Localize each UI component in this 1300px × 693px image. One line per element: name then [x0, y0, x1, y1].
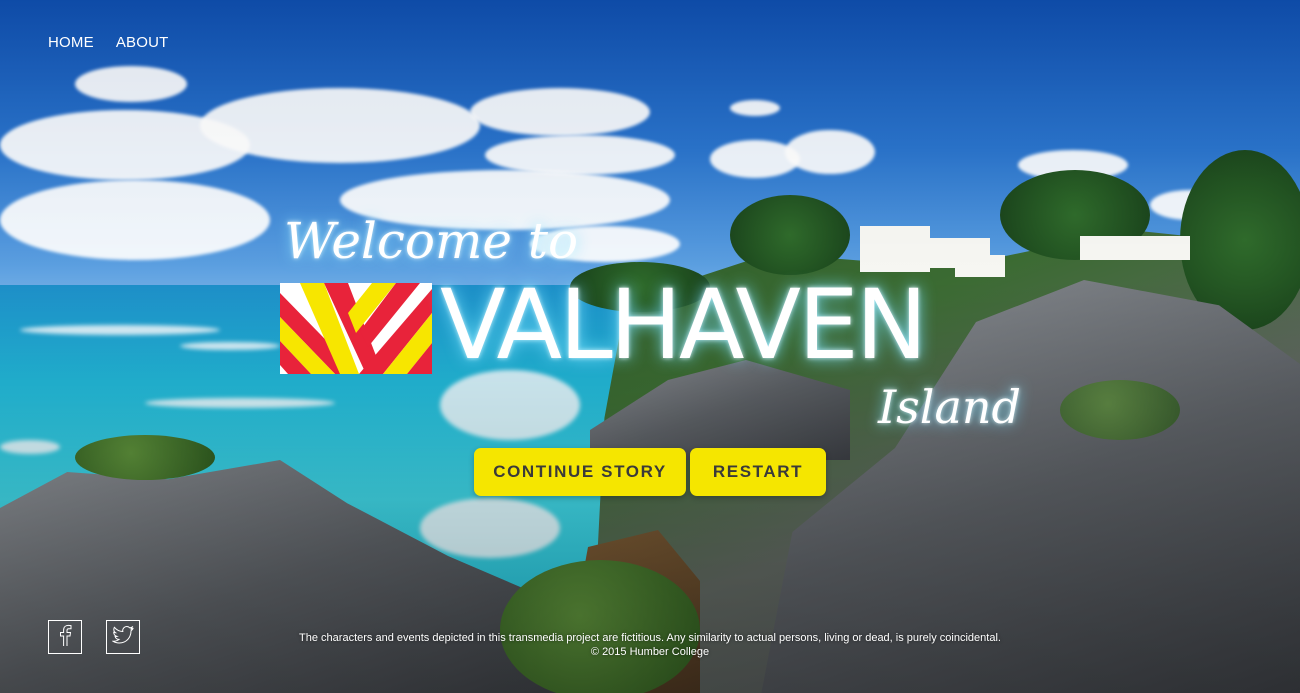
restart-button[interactable]: RESTART — [690, 448, 826, 496]
footer: The characters and events depicted in th… — [250, 631, 1050, 659]
disclaimer-text: The characters and events depicted in th… — [299, 632, 1001, 644]
twitter-icon — [111, 625, 134, 649]
nav-about-link[interactable]: ABOUT — [116, 34, 169, 51]
welcome-heading: Welcome to — [284, 212, 579, 270]
brand-title: VALHAVEN — [440, 269, 928, 381]
facebook-icon — [58, 624, 72, 651]
main-nav: HOME ABOUT — [48, 34, 169, 51]
valhaven-flag-logo — [280, 283, 432, 374]
copyright-text: © 2015 Humber College — [590, 646, 710, 658]
twitter-button[interactable] — [106, 620, 140, 654]
facebook-button[interactable] — [48, 620, 82, 654]
brand-subtitle: Island — [878, 380, 1021, 434]
nav-home-link[interactable]: HOME — [48, 34, 94, 51]
continue-story-button[interactable]: CONTINUE STORY — [474, 448, 686, 496]
landing-page: HOME ABOUT Welcome to VALHAVEN Island CO… — [0, 0, 1300, 693]
